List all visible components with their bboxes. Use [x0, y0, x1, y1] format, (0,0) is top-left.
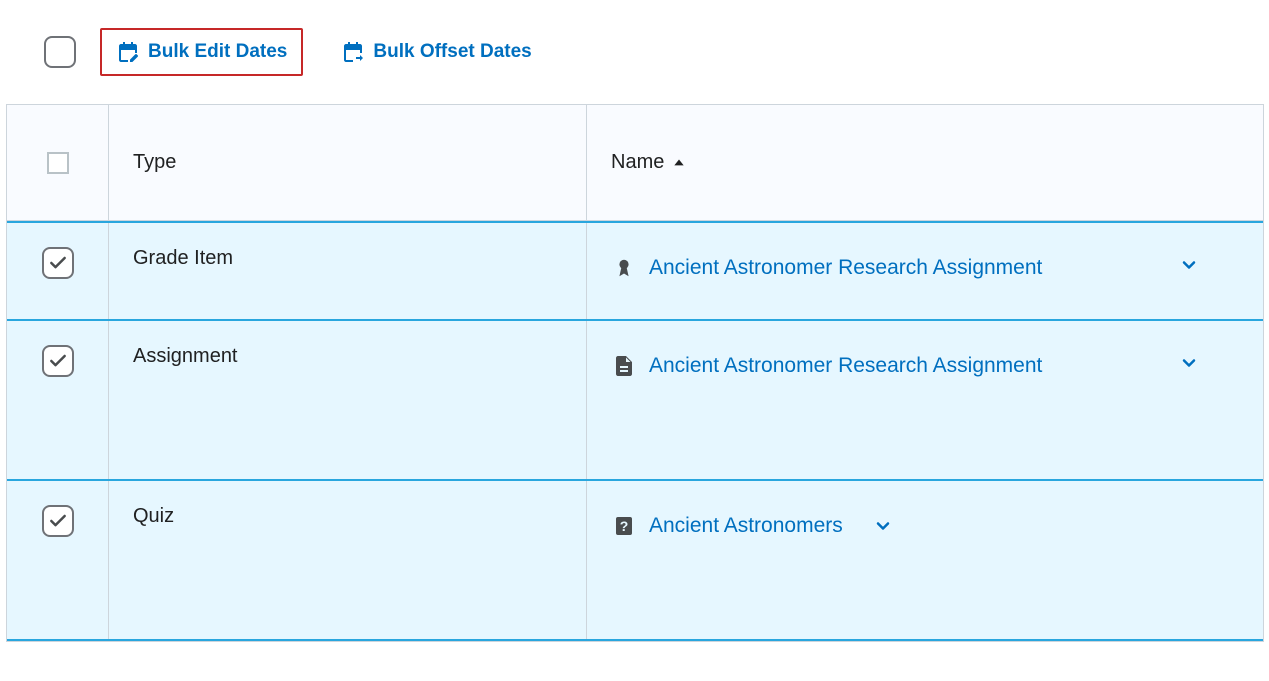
header-type[interactable]: Type [109, 105, 587, 221]
row-checkbox[interactable] [42, 505, 74, 537]
item-name-link[interactable]: Ancient Astronomer Research Assignment [649, 256, 1042, 280]
table-row: Grade Item Ancient Astronomer Research A… [7, 221, 1263, 321]
row-actions-dropdown[interactable] [1179, 255, 1239, 275]
header-name-label: Name [611, 151, 664, 174]
svg-text:?: ? [620, 518, 629, 534]
item-name-link[interactable]: Ancient Astronomers [649, 514, 843, 538]
row-type-cell: Grade Item [109, 223, 587, 319]
row-checkbox-cell [7, 481, 109, 639]
manage-dates-panel: Bulk Edit Dates Bulk Offset Dates Type N… [0, 0, 1269, 642]
bulk-edit-dates-label: Bulk Edit Dates [148, 41, 287, 63]
row-name-cell: Ancient Astronomer Research Assignment [587, 321, 1263, 479]
header-type-label: Type [133, 151, 176, 174]
sort-ascending-icon [672, 156, 686, 170]
bulk-offset-dates-button[interactable]: Bulk Offset Dates [327, 30, 545, 74]
bulk-edit-dates-button[interactable]: Bulk Edit Dates [100, 28, 303, 76]
select-all-header-checkbox[interactable] [47, 152, 69, 174]
item-name-link[interactable]: Ancient Astronomer Research Assignment [649, 354, 1042, 378]
table-header-row: Type Name [7, 105, 1263, 221]
row-checkbox-cell [7, 223, 109, 319]
toolbar: Bulk Edit Dates Bulk Offset Dates [0, 0, 1269, 104]
row-type-cell: Quiz [109, 481, 587, 639]
ribbon-icon [611, 255, 637, 281]
bulk-offset-dates-label: Bulk Offset Dates [373, 41, 531, 63]
calendar-edit-icon [116, 40, 140, 64]
header-name[interactable]: Name [587, 105, 1263, 221]
row-name-cell: ? Ancient Astronomers [587, 481, 1263, 639]
question-icon: ? [611, 513, 637, 539]
row-type-label: Quiz [133, 505, 174, 528]
row-type-cell: Assignment [109, 321, 587, 479]
row-checkbox[interactable] [42, 247, 74, 279]
row-name-cell: Ancient Astronomer Research Assignment [587, 223, 1263, 319]
table-row: Assignment Ancient Astronomer Research A… [7, 321, 1263, 481]
calendar-offset-icon [341, 40, 365, 64]
row-type-label: Grade Item [133, 247, 233, 270]
row-actions-dropdown[interactable] [1179, 353, 1239, 373]
select-all-top-checkbox[interactable] [44, 36, 76, 68]
row-checkbox-cell [7, 321, 109, 479]
row-checkbox[interactable] [42, 345, 74, 377]
header-checkbox-cell [7, 105, 109, 221]
document-icon [611, 353, 637, 379]
dates-table: Type Name Grade Item [6, 104, 1264, 642]
table-row: Quiz ? Ancient Astronomers [7, 481, 1263, 641]
row-actions-dropdown[interactable] [873, 516, 893, 536]
row-type-label: Assignment [133, 345, 238, 368]
